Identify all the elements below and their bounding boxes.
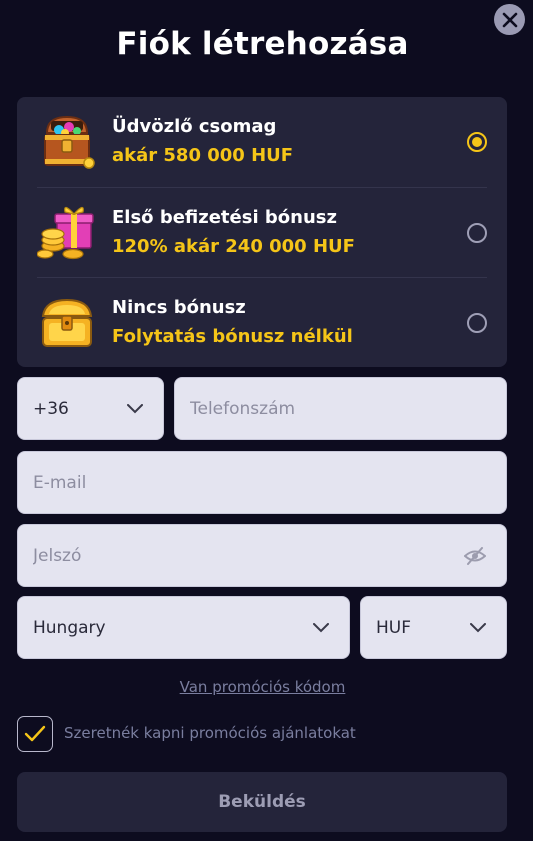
country-select[interactable]: Hungary — [17, 596, 350, 659]
gift-box-coins-icon — [37, 206, 94, 260]
promo-code-link[interactable]: Van promóciós kódom — [0, 678, 525, 696]
phone-input[interactable] — [190, 378, 506, 439]
currency-value: HUF — [376, 617, 412, 638]
email-input[interactable] — [33, 452, 506, 513]
bonus-radio[interactable] — [467, 223, 487, 243]
bonus-description: 120% akár 240 000 HUF — [112, 236, 355, 257]
bonus-radio[interactable] — [467, 313, 487, 333]
chevron-down-icon — [127, 403, 143, 413]
checkmark-icon — [24, 725, 46, 742]
bonus-option-welcome[interactable]: Üdvözlő csomag akár 580 000 HUF — [37, 97, 487, 187]
password-input[interactable] — [33, 525, 506, 586]
bonus-name: Első befizetési bónusz — [112, 207, 337, 228]
bonus-description: Folytatás bónusz nélkül — [112, 326, 353, 347]
bonus-description: akár 580 000 HUF — [112, 145, 294, 166]
phone-field[interactable] — [174, 377, 507, 440]
phone-code-value: +36 — [33, 398, 69, 419]
treasure-chest-gems-icon — [44, 115, 95, 169]
bonus-option-no-bonus[interactable]: Nincs bónusz Folytatás bónusz nélkül — [37, 277, 487, 367]
phone-code-select[interactable]: +36 — [17, 377, 164, 440]
page-title: Fiók létrehozása — [116, 26, 409, 62]
bonus-panel: Üdvözlő csomag akár 580 000 HUF Első bef… — [17, 97, 507, 367]
eye-off-icon[interactable] — [464, 546, 486, 565]
currency-select[interactable]: HUF — [360, 596, 507, 659]
bonus-option-first-deposit[interactable]: Első befizetési bónusz 120% akár 240 000… — [37, 187, 487, 277]
promo-consent-label: Szeretnék kapni promóciós ajánlatokat — [64, 724, 356, 742]
chevron-down-icon — [313, 622, 329, 632]
country-value: Hungary — [33, 617, 106, 638]
bonus-name: Üdvözlő csomag — [112, 116, 277, 137]
password-field[interactable] — [17, 524, 507, 587]
promo-consent-checkbox[interactable] — [17, 716, 53, 752]
bonus-name: Nincs bónusz — [112, 297, 246, 318]
treasure-chest-icon — [41, 298, 93, 347]
bonus-radio-selected[interactable] — [467, 132, 487, 152]
submit-button[interactable]: Beküldés — [17, 772, 507, 832]
chevron-down-icon — [470, 622, 486, 632]
email-field[interactable] — [17, 451, 507, 514]
